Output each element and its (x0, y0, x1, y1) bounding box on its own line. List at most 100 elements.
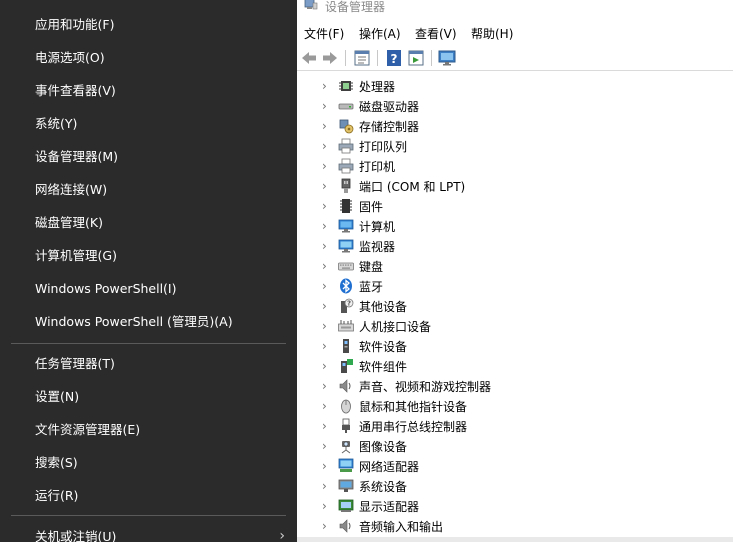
menu-item-computer-management[interactable]: 计算机管理(G) (0, 239, 297, 272)
tree-item[interactable]: › 监视器 (297, 236, 733, 256)
tree-item-label: 端口 (COM 和 LPT) (359, 180, 466, 194)
menu-item-shutdown-signout[interactable]: 关机或注销(U) › (0, 520, 297, 542)
tree-item[interactable]: ›? 其他设备 (297, 296, 733, 316)
tree-item[interactable]: › 声音、视频和游戏控制器 (297, 376, 733, 396)
menu-item-apps-features[interactable]: 应用和功能(F) (0, 8, 297, 41)
horizontal-scrollbar[interactable] (297, 537, 733, 542)
menu-item-task-manager[interactable]: 任务管理器(T) (0, 347, 297, 380)
chevron-right-icon[interactable]: › (322, 419, 332, 433)
tree-item[interactable]: › 存储控制器 (297, 116, 733, 136)
other-devices-icon: ? (341, 298, 354, 313)
tree-item[interactable]: › 键盘 (297, 256, 733, 276)
menu-item-powershell[interactable]: Windows PowerShell(I) (0, 272, 297, 305)
chevron-right-icon[interactable]: › (322, 259, 332, 273)
menu-item-power-options[interactable]: 电源选项(O) (0, 41, 297, 74)
network-adapter-icon (338, 458, 354, 472)
monitor-icon[interactable] (438, 49, 456, 67)
tree-item[interactable]: › 磁盘驱动器 (297, 96, 733, 116)
usb-icon (342, 418, 350, 433)
chevron-right-icon[interactable]: › (322, 519, 332, 533)
chevron-right-icon[interactable]: › (322, 399, 332, 413)
chevron-right-icon[interactable]: › (322, 479, 332, 493)
menu-item-event-viewer[interactable]: 事件查看器(V) (0, 74, 297, 107)
printer-icon (338, 138, 354, 154)
title-bar: 设备管理器 (297, 0, 733, 20)
menu-item-search[interactable]: 搜索(S) (0, 446, 297, 479)
tree-item[interactable]: › 处理器 (297, 76, 733, 96)
tree-item[interactable]: › 计算机 (297, 216, 733, 236)
forward-arrow-icon[interactable] (321, 49, 339, 67)
toolbar-separator (431, 50, 432, 66)
tree-item[interactable]: › 图像设备 (297, 436, 733, 456)
tree-item-label: 处理器 (359, 80, 396, 94)
chevron-right-icon[interactable]: › (322, 439, 332, 453)
tree-item[interactable]: › 端口 (COM 和 LPT) (297, 176, 733, 196)
back-arrow-icon[interactable] (300, 49, 318, 67)
tree-item[interactable]: › 固件 (297, 196, 733, 216)
tree-item[interactable]: › 系统设备 (297, 476, 733, 496)
chevron-right-icon[interactable]: › (322, 239, 332, 253)
tree-item[interactable]: › 鼠标和其他指针设备 (297, 396, 733, 416)
tree-item[interactable]: › 人机接口设备 (297, 316, 733, 336)
chevron-right-icon[interactable]: › (322, 79, 332, 93)
menu-view[interactable]: 查看(V) (415, 25, 457, 42)
menu-item-file-explorer[interactable]: 文件资源管理器(E) (0, 413, 297, 446)
chevron-right-icon[interactable]: › (322, 199, 332, 213)
software-component-icon (341, 359, 353, 373)
tree-item-label: 通用串行总线控制器 (359, 420, 468, 434)
tree-item[interactable]: › 软件组件 (297, 356, 733, 376)
tree-item[interactable]: › 显示适配器 (297, 496, 733, 516)
menu-separator (11, 343, 286, 344)
tree-item-label: 网络适配器 (359, 460, 420, 474)
chevron-right-icon[interactable]: › (322, 359, 332, 373)
menu-item-disk-management[interactable]: 磁盘管理(K) (0, 206, 297, 239)
tree-item-label: 蓝牙 (359, 280, 384, 294)
tree-item[interactable]: › 软件设备 (297, 336, 733, 356)
toolbar-separator (377, 50, 378, 66)
menu-item-label: 应用和功能(F) (35, 17, 115, 32)
chevron-right-icon[interactable]: › (322, 459, 332, 473)
chevron-right-icon[interactable]: › (322, 139, 332, 153)
menu-file[interactable]: 文件(F) (304, 25, 344, 42)
menu-item-settings[interactable]: 设置(N) (0, 380, 297, 413)
speaker-icon (339, 379, 351, 393)
tree-item[interactable]: › 通用串行总线控制器 (297, 416, 733, 436)
toolbar: ? (297, 45, 733, 71)
chevron-right-icon[interactable]: › (322, 119, 332, 133)
window-title: 设备管理器 (325, 0, 386, 14)
help-icon[interactable]: ? (385, 49, 403, 67)
chevron-right-icon[interactable]: › (322, 319, 332, 333)
chevron-right-icon[interactable]: › (322, 219, 332, 233)
menu-item-network-connections[interactable]: 网络连接(W) (0, 173, 297, 206)
tree-item[interactable]: › 网络适配器 (297, 456, 733, 476)
firmware-icon (340, 199, 352, 213)
menu-help[interactable]: 帮助(H) (471, 25, 513, 42)
chevron-right-icon[interactable]: › (322, 179, 332, 193)
tree-item[interactable]: › 音频输入和输出 (297, 516, 733, 536)
tree-item-label: 其他设备 (359, 300, 408, 314)
svg-text:?: ? (347, 300, 351, 308)
device-manager-window: 设备管理器 文件(F) 操作(A) 查看(V) 帮助(H) ? › 处理器 › … (297, 0, 733, 542)
properties-icon[interactable] (353, 49, 371, 67)
tree-item[interactable]: › 蓝牙 (297, 276, 733, 296)
winx-menu: 应用和功能(F) 电源选项(O) 事件查看器(V) 系统(Y) 设备管理器(M)… (0, 0, 297, 542)
camera-icon (341, 441, 351, 454)
device-manager-icon (304, 0, 318, 10)
chevron-right-icon[interactable]: › (322, 99, 332, 113)
chevron-right-icon[interactable]: › (322, 379, 332, 393)
menu-item-system[interactable]: 系统(Y) (0, 107, 297, 140)
menu-item-powershell-admin[interactable]: Windows PowerShell (管理员)(A) (0, 305, 297, 338)
tree-item-label: 监视器 (359, 240, 396, 254)
chevron-right-icon[interactable]: › (322, 499, 332, 513)
chevron-right-icon[interactable]: › (322, 299, 332, 313)
menu-action[interactable]: 操作(A) (359, 25, 401, 42)
menu-item-label: 设置(N) (35, 389, 80, 404)
menu-item-device-manager[interactable]: 设备管理器(M) (0, 140, 297, 173)
chevron-right-icon[interactable]: › (322, 159, 332, 173)
chevron-right-icon[interactable]: › (322, 279, 332, 293)
chevron-right-icon[interactable]: › (322, 339, 332, 353)
tree-item[interactable]: › 打印队列 (297, 136, 733, 156)
tree-item[interactable]: › 打印机 (297, 156, 733, 176)
menu-item-run[interactable]: 运行(R) (0, 479, 297, 512)
run-icon[interactable] (407, 49, 425, 67)
